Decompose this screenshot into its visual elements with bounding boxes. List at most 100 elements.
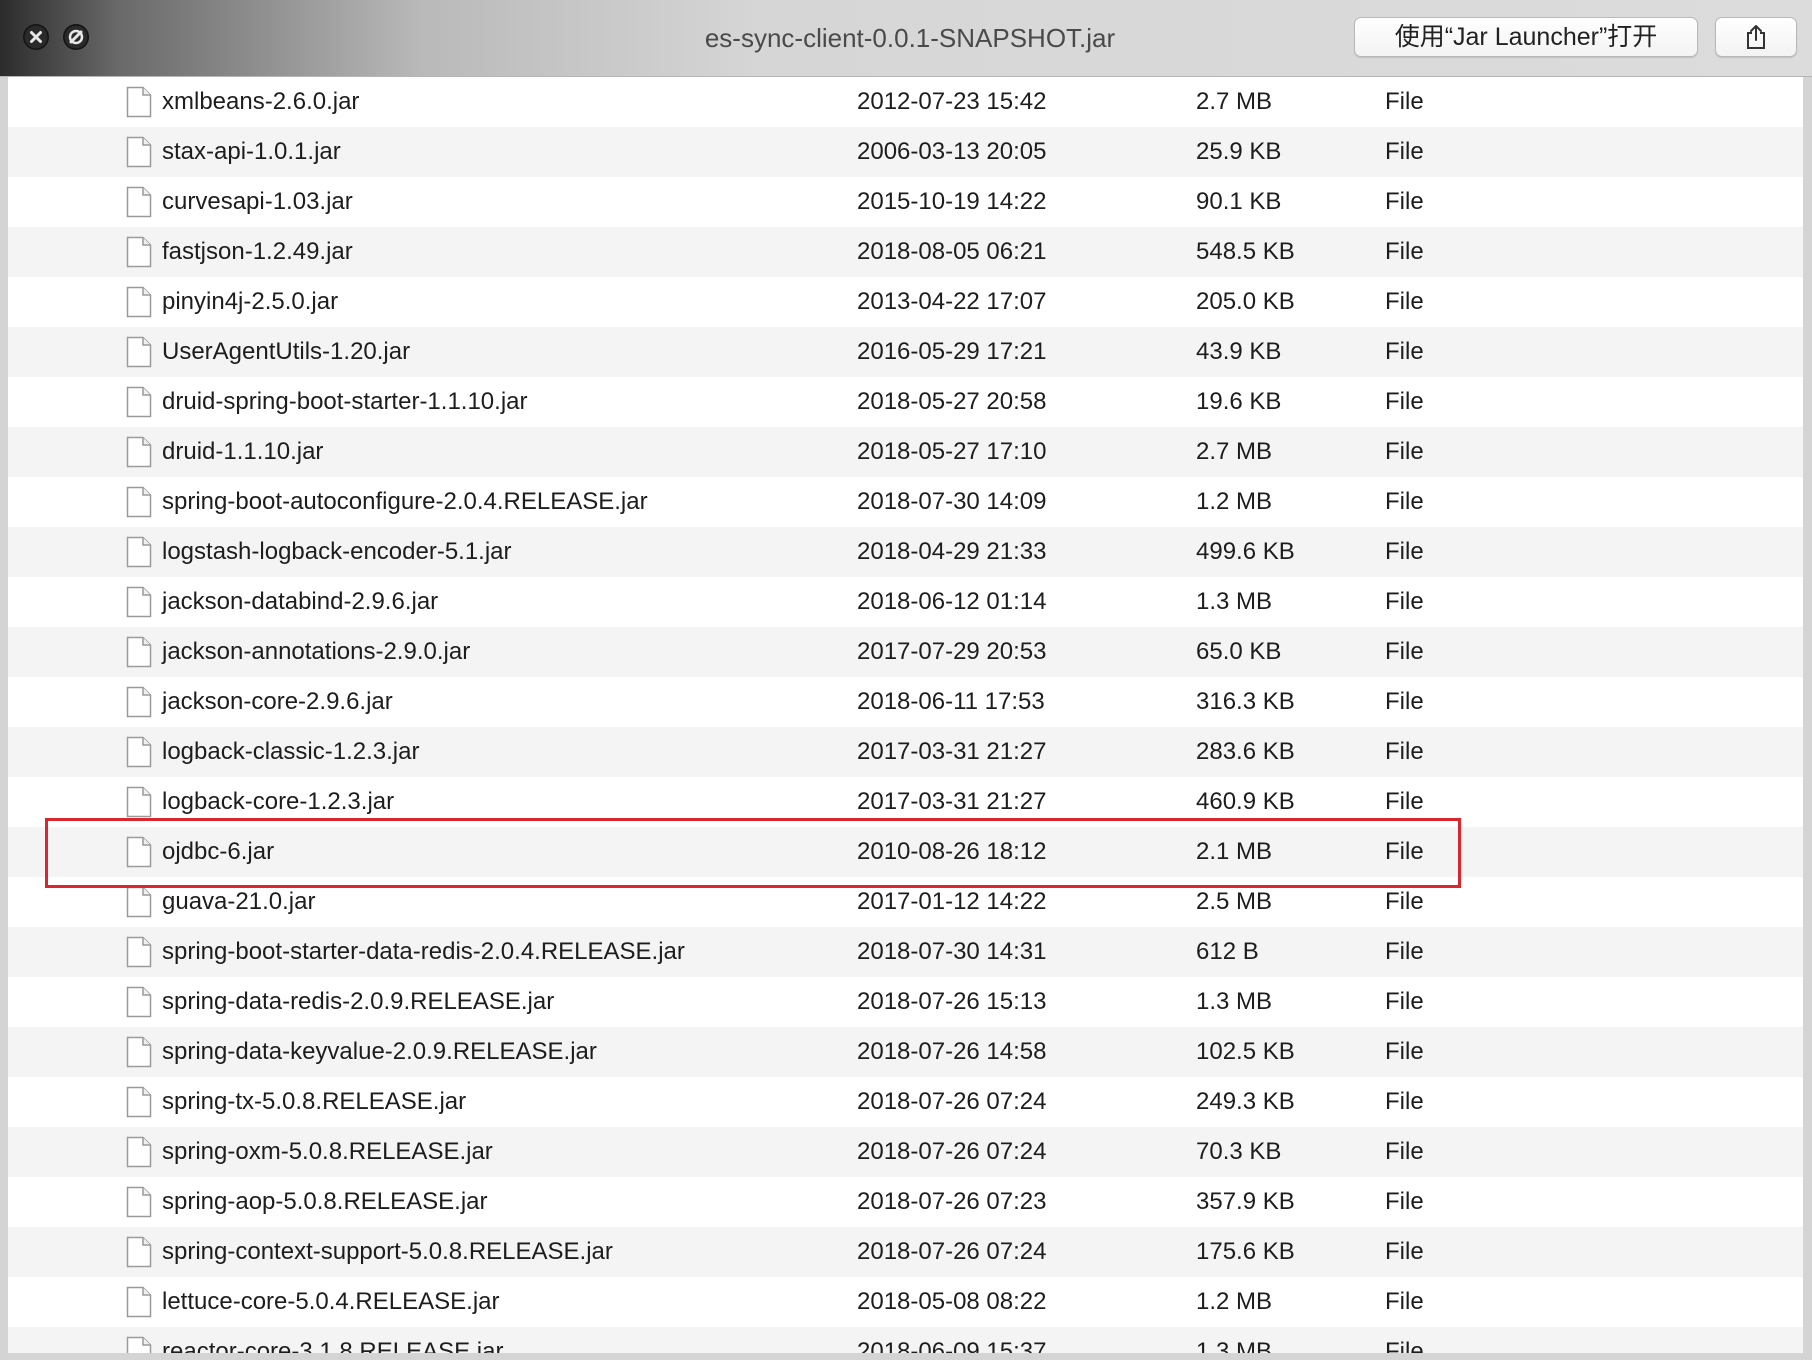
file-size: 1.3 MB: [1196, 1338, 1273, 1353]
file-icon: [126, 686, 152, 718]
file-icon: [126, 1286, 152, 1318]
file-size: 1.2 MB: [1196, 1288, 1273, 1315]
file-row-highlighted[interactable]: ojdbc-6.jar 2010-08-26 18:12 2.1 MB File: [8, 827, 1803, 877]
file-kind: File: [1385, 588, 1424, 615]
file-row[interactable]: jackson-annotations-2.9.0.jar 2017-07-29…: [8, 627, 1803, 677]
file-date: 2013-04-22 17:07: [857, 288, 1047, 315]
file-date: 2018-07-26 07:24: [857, 1088, 1047, 1115]
file-size: 548.5 KB: [1196, 238, 1295, 265]
file-kind: File: [1385, 438, 1424, 465]
file-date: 2018-07-26 07:24: [857, 1238, 1047, 1265]
window-title: es-sync-client-0.0.1-SNAPSHOT.jar: [704, 23, 1116, 53]
file-row[interactable]: curvesapi-1.03.jar 2015-10-19 14:22 90.1…: [8, 177, 1803, 227]
file-icon: [126, 986, 152, 1018]
file-list[interactable]: xmlbeans-2.6.0.jar 2012-07-23 15:42 2.7 …: [8, 77, 1803, 1353]
file-kind: File: [1385, 188, 1424, 215]
file-row[interactable]: logback-classic-1.2.3.jar 2017-03-31 21:…: [8, 727, 1803, 777]
file-icon: [126, 836, 152, 868]
file-name: jackson-databind-2.9.6.jar: [162, 588, 439, 615]
file-kind: File: [1385, 888, 1424, 915]
file-size: 2.7 MB: [1196, 438, 1273, 465]
file-row[interactable]: spring-aop-5.0.8.RELEASE.jar 2018-07-26 …: [8, 1177, 1803, 1227]
file-date: 2017-03-31 21:27: [857, 738, 1047, 765]
file-icon: [126, 436, 152, 468]
file-date: 2018-08-05 06:21: [857, 238, 1047, 265]
file-row[interactable]: logstash-logback-encoder-5.1.jar 2018-04…: [8, 527, 1803, 577]
file-row[interactable]: jackson-core-2.9.6.jar 2018-06-11 17:53 …: [8, 677, 1803, 727]
file-row[interactable]: spring-tx-5.0.8.RELEASE.jar 2018-07-26 0…: [8, 1077, 1803, 1127]
file-row[interactable]: spring-data-keyvalue-2.0.9.RELEASE.jar 2…: [8, 1027, 1803, 1077]
file-row[interactable]: guava-21.0.jar 2017-01-12 14:22 2.5 MB F…: [8, 877, 1803, 927]
file-row[interactable]: fastjson-1.2.49.jar 2018-08-05 06:21 548…: [8, 227, 1803, 277]
file-row[interactable]: reactor-core-3.1.8.RELEASE.jar 2018-06-0…: [8, 1327, 1803, 1353]
file-kind: File: [1385, 1088, 1424, 1115]
file-size: 357.9 KB: [1196, 1188, 1295, 1215]
file-name: druid-1.1.10.jar: [162, 438, 324, 465]
file-date: 2012-07-23 15:42: [857, 88, 1047, 115]
file-size: 316.3 KB: [1196, 688, 1295, 715]
file-date: 2017-07-29 20:53: [857, 638, 1047, 665]
file-kind: File: [1385, 1288, 1424, 1315]
file-kind: File: [1385, 738, 1424, 765]
file-row[interactable]: spring-boot-autoconfigure-2.0.4.RELEASE.…: [8, 477, 1803, 527]
file-icon: [126, 886, 152, 918]
file-row[interactable]: druid-1.1.10.jar 2018-05-27 17:10 2.7 MB…: [8, 427, 1803, 477]
file-kind: File: [1385, 488, 1424, 515]
quicklook-window: es-sync-client-0.0.1-SNAPSHOT.jar 使用“Jar…: [0, 0, 1812, 1360]
file-row[interactable]: spring-boot-starter-data-redis-2.0.4.REL…: [8, 927, 1803, 977]
share-button[interactable]: [1715, 17, 1797, 57]
file-row[interactable]: pinyin4j-2.5.0.jar 2013-04-22 17:07 205.…: [8, 277, 1803, 327]
file-kind: File: [1385, 538, 1424, 565]
file-size: 460.9 KB: [1196, 788, 1295, 815]
file-size: 2.1 MB: [1196, 838, 1273, 865]
scrollbar-track[interactable]: [1803, 77, 1812, 1360]
file-size: 499.6 KB: [1196, 538, 1295, 565]
file-date: 2018-05-08 08:22: [857, 1288, 1047, 1315]
file-name: druid-spring-boot-starter-1.1.10.jar: [162, 388, 528, 415]
file-date: 2018-07-26 07:23: [857, 1188, 1047, 1215]
file-row[interactable]: xmlbeans-2.6.0.jar 2012-07-23 15:42 2.7 …: [8, 77, 1803, 127]
file-row[interactable]: logback-core-1.2.3.jar 2017-03-31 21:27 …: [8, 777, 1803, 827]
file-kind: File: [1385, 1188, 1424, 1215]
file-size: 612 B: [1196, 938, 1259, 965]
file-icon: [126, 86, 152, 118]
file-icon: [126, 1336, 152, 1353]
file-name: logstash-logback-encoder-5.1.jar: [162, 538, 512, 565]
title-bar[interactable]: es-sync-client-0.0.1-SNAPSHOT.jar 使用“Jar…: [0, 0, 1812, 77]
file-row[interactable]: spring-data-redis-2.0.9.RELEASE.jar 2018…: [8, 977, 1803, 1027]
file-icon: [126, 1036, 152, 1068]
file-row[interactable]: spring-oxm-5.0.8.RELEASE.jar 2018-07-26 …: [8, 1127, 1803, 1177]
file-row[interactable]: jackson-databind-2.9.6.jar 2018-06-12 01…: [8, 577, 1803, 627]
file-date: 2018-07-26 14:58: [857, 1038, 1047, 1065]
file-row[interactable]: spring-context-support-5.0.8.RELEASE.jar…: [8, 1227, 1803, 1277]
file-name: lettuce-core-5.0.4.RELEASE.jar: [162, 1288, 500, 1315]
minimize-button[interactable]: [63, 24, 89, 50]
file-date: 2018-07-30 14:09: [857, 488, 1047, 515]
file-name: spring-tx-5.0.8.RELEASE.jar: [162, 1088, 467, 1115]
file-kind: File: [1385, 1038, 1424, 1065]
file-kind: File: [1385, 938, 1424, 965]
file-size: 1.3 MB: [1196, 588, 1273, 615]
file-date: 2018-06-11 17:53: [857, 688, 1045, 715]
file-size: 19.6 KB: [1196, 388, 1282, 415]
open-with-button[interactable]: 使用“Jar Launcher”打开: [1354, 17, 1698, 57]
file-name: curvesapi-1.03.jar: [162, 188, 353, 215]
file-date: 2016-05-29 17:21: [857, 338, 1047, 365]
close-button[interactable]: [23, 24, 49, 50]
file-icon: [126, 1186, 152, 1218]
file-kind: File: [1385, 288, 1424, 315]
file-size: 102.5 KB: [1196, 1038, 1295, 1065]
file-size: 65.0 KB: [1196, 638, 1282, 665]
file-row[interactable]: druid-spring-boot-starter-1.1.10.jar 201…: [8, 377, 1803, 427]
file-kind: File: [1385, 138, 1424, 165]
file-size: 70.3 KB: [1196, 1138, 1282, 1165]
file-row[interactable]: UserAgentUtils-1.20.jar 2016-05-29 17:21…: [8, 327, 1803, 377]
file-name: spring-data-redis-2.0.9.RELEASE.jar: [162, 988, 555, 1015]
file-row[interactable]: lettuce-core-5.0.4.RELEASE.jar 2018-05-0…: [8, 1277, 1803, 1327]
file-kind: File: [1385, 1238, 1424, 1265]
file-name: spring-boot-autoconfigure-2.0.4.RELEASE.…: [162, 488, 648, 515]
file-date: 2018-07-26 15:13: [857, 988, 1047, 1015]
file-icon: [126, 1086, 152, 1118]
file-row[interactable]: stax-api-1.0.1.jar 2006-03-13 20:05 25.9…: [8, 127, 1803, 177]
file-icon: [126, 336, 152, 368]
